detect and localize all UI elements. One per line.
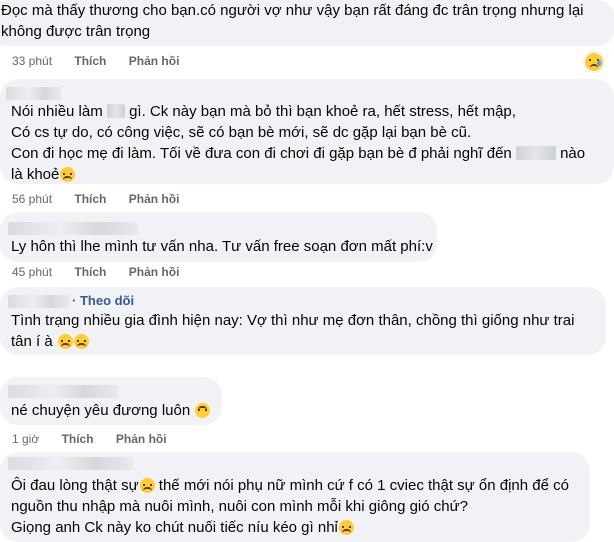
comment-text: tân í à (11, 331, 89, 352)
comment-meta: 45 phút Thích Phản hồi (12, 265, 198, 279)
comment-bubble: Ly hôn thì lhe mình tư vấn nha. Tư vấn f… (0, 212, 437, 262)
censored-word (106, 104, 125, 118)
comment-text: Đọc mà thấy thương cho bạn.có người vợ n… (1, 2, 584, 19)
sad-face-emoji (139, 478, 155, 493)
comment-meta: 56 phút Thích Phản hồi (12, 192, 198, 206)
comment-time[interactable]: 56 phút (12, 192, 52, 206)
censored-word (515, 146, 556, 160)
comment-time[interactable]: 1 giờ (12, 432, 39, 446)
comment-text: Có cs tự do, có công việc, sẽ có bạn bè … (11, 124, 472, 141)
comment-text: không được trân trọng (1, 23, 151, 40)
commenter-name (8, 385, 118, 398)
comment-meta: 33 phút Thích Phản hồi (12, 54, 198, 68)
commenter-name (6, 87, 61, 100)
laughing-tears-emoji (73, 334, 89, 349)
comment-bubble: Ôi đau lòng thật sự thế mới nói phụ nữ m… (0, 452, 590, 542)
like-button[interactable]: Thích (74, 265, 106, 279)
comment-bubble: · Theo dõi Tình trạng nhiều gia đình hiệ… (0, 287, 606, 355)
commenter-name (8, 295, 70, 308)
commenter-name (8, 457, 133, 470)
comment-text: nguồn thu nhập mà nuôi mình, nuôi con mì… (11, 498, 469, 515)
reply-button[interactable]: Phản hồi (129, 265, 180, 279)
reply-button[interactable]: Phản hồi (116, 432, 167, 446)
comment-bubble: né chuyện yêu đương luôn (0, 377, 222, 425)
follow-button[interactable]: · Theo dõi (72, 293, 134, 308)
comment-text: Con đi học mẹ đi làm. Tối về đưa con đi … (11, 145, 586, 162)
comment-meta: 1 giờ Thích Phản hồi (12, 432, 186, 446)
comment-text: là khoẻ (11, 164, 76, 185)
sad-face-emoji (338, 520, 354, 535)
comment-text: Nói nhiều làm gì. Ck này bạn mà bỏ thì b… (11, 103, 516, 120)
like-button[interactable]: Thích (62, 432, 94, 446)
comment-text: Giọng anh Ck này ko chút nuối tiếc níu k… (11, 517, 354, 538)
upside-down-face-emoji (195, 403, 211, 418)
like-button[interactable]: Thích (74, 54, 106, 68)
commenter-name (8, 222, 138, 235)
comment-bubble: Nói nhiều làm gì. Ck này bạn mà bỏ thì b… (0, 79, 614, 184)
comment-text: né chuyện yêu đương luôn (11, 400, 211, 421)
laughing-tears-emoji (60, 167, 76, 182)
comment-text: Tình trạng nhiều gia đình hiện nay: Vợ t… (11, 312, 575, 329)
crying-face-reaction-icon[interactable] (584, 52, 604, 72)
comment-time[interactable]: 33 phút (12, 54, 52, 68)
comment-time[interactable]: 45 phút (12, 265, 52, 279)
like-button[interactable]: Thích (74, 192, 106, 206)
laughing-tears-emoji (57, 334, 73, 349)
reply-button[interactable]: Phản hồi (129, 54, 180, 68)
comment-bubble: Đọc mà thấy thương cho bạn.có người vợ n… (0, 0, 614, 46)
reply-button[interactable]: Phản hồi (129, 192, 180, 206)
comment-text: Ly hôn thì lhe mình tư vấn nha. Tư vấn f… (11, 238, 433, 255)
comment-text: Ôi đau lòng thật sự thế mới nói phụ nữ m… (11, 477, 569, 494)
